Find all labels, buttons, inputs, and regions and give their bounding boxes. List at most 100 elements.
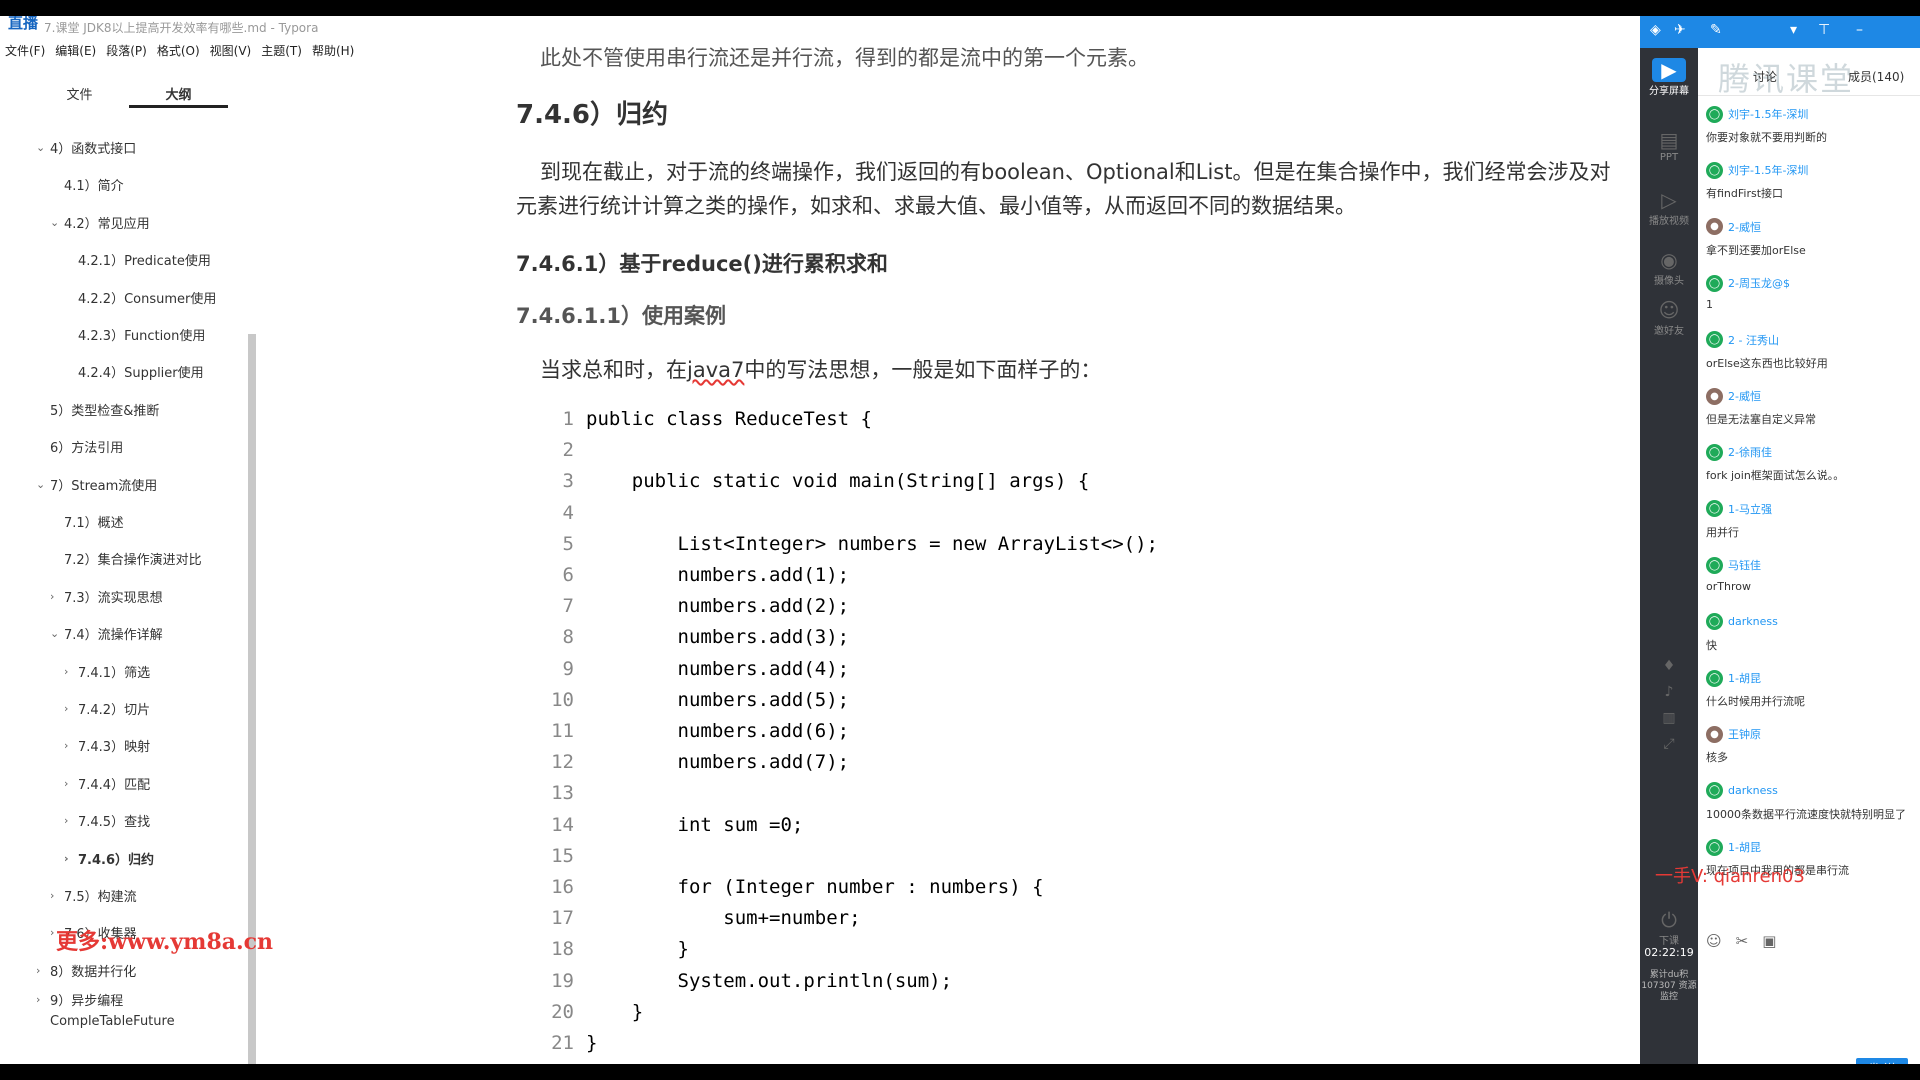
pin-icon[interactable]: ⊤ (1818, 22, 1830, 38)
chevron-right-icon[interactable]: › (50, 889, 64, 902)
chat-username[interactable]: darkness (1728, 615, 1778, 628)
avatar[interactable]: ◯ (1706, 669, 1723, 687)
chevron-right-icon[interactable]: › (64, 665, 78, 678)
outline-item[interactable]: 4.2.4）Supplier使用 (64, 362, 204, 381)
toolbar-icon-share[interactable]: ◈ (1650, 22, 1661, 38)
avatar[interactable]: ◯ (1706, 782, 1723, 800)
menu-paragraph[interactable]: 段落(P) (101, 40, 152, 62)
outline-item[interactable]: 4.2.2）Consumer使用 (64, 288, 216, 307)
chat-username[interactable]: 2-徐雨佳 (1728, 444, 1772, 460)
menu-file[interactable]: 文件(F) (0, 40, 50, 62)
outline-item[interactable]: 7.1）概述 (50, 512, 124, 531)
outline-item[interactable]: › 7.4.5）查找 (64, 811, 150, 830)
minimize-icon[interactable]: – (1856, 22, 1863, 38)
rail-item[interactable]: ⏻ 下课 (1642, 908, 1696, 947)
scissors-icon[interactable]: ✂ (1736, 932, 1749, 950)
chat-username[interactable]: 2-威恒 (1728, 219, 1761, 235)
avatar[interactable]: ◯ (1706, 161, 1723, 179)
outline-item[interactable]: › 7.5）构建流 (50, 886, 137, 905)
chat-username[interactable]: 刘宇-1.5年-深圳 (1728, 162, 1808, 178)
outline-item[interactable]: 5）类型检查&推断 (36, 400, 159, 419)
outline-item[interactable]: 6）方法引用 (36, 437, 123, 456)
chevron-right-icon[interactable]: › (36, 993, 50, 1006)
rail-item[interactable]: ☺ 邀好友 (1642, 298, 1696, 337)
avatar[interactable]: ◯ (1706, 105, 1723, 123)
tab-members[interactable]: 成员(140) (1848, 68, 1904, 85)
chevron-down-icon[interactable]: ▾ (1790, 22, 1797, 38)
avatar[interactable]: ● (1706, 218, 1723, 236)
outline-item[interactable]: › 9）异步编程 (36, 990, 123, 1009)
outline-item[interactable]: › 7.4.1）筛选 (64, 662, 150, 681)
outline-item[interactable]: › 8）数据并行化 (36, 961, 136, 980)
outline-item[interactable]: ⌄ 4）函数式接口 (36, 138, 136, 157)
chevron-down-icon[interactable]: ⌄ (50, 627, 64, 640)
avatar[interactable]: ◯ (1706, 556, 1723, 574)
image-icon[interactable]: ▣ (1762, 932, 1776, 950)
chat-panel: 腾讯课堂 讨论 成员(140) ◯ 刘宇-1.5年-深圳 你要对象就不要用判断的 ◯ 刘… (1698, 48, 1920, 1080)
chat-username[interactable]: 2-周玉龙@$ (1728, 275, 1790, 291)
chevron-right-icon[interactable]: › (64, 739, 78, 752)
chat-username[interactable]: darkness (1728, 784, 1778, 797)
menu-theme[interactable]: 主题(T) (256, 40, 307, 62)
avatar[interactable]: ● (1706, 387, 1723, 405)
chat-username[interactable]: 刘宇-1.5年-深圳 (1728, 106, 1808, 122)
rail-item[interactable]: ▤ PPT (1642, 128, 1696, 163)
chevron-right-icon[interactable]: › (64, 702, 78, 715)
outline-item[interactable]: › 7.4.4）匹配 (64, 774, 150, 793)
toolbar-icon-edit[interactable]: ✎ (1710, 22, 1722, 38)
chevron-right-icon[interactable]: › (36, 964, 50, 977)
menu-edit[interactable]: 编辑(E) (50, 40, 101, 62)
outline-item[interactable]: 7.2）集合操作演进对比 (50, 549, 202, 568)
avatar[interactable]: ◯ (1706, 500, 1723, 518)
avatar[interactable]: ◯ (1706, 331, 1723, 349)
editor-content[interactable]: 此处不管使用串行流还是并行流，得到的都是流中的第一个元素。 7.4.6）归约 到… (516, 16, 1636, 1064)
chevron-down-icon[interactable]: ⌄ (50, 216, 64, 229)
expand-icon[interactable]: ⤢ (1642, 736, 1696, 752)
chat-username[interactable]: 2 - 汪秀山 (1728, 332, 1779, 348)
outline-item[interactable]: › 7.4.3）映射 (64, 736, 150, 755)
avatar[interactable]: ◯ (1706, 274, 1723, 292)
chat-username[interactable]: 王钟原 (1728, 726, 1761, 742)
chevron-right-icon[interactable]: › (64, 852, 78, 865)
avatar[interactable]: ● (1706, 725, 1723, 743)
rail-item[interactable]: ▷ 播放视频 (1642, 188, 1696, 227)
signal-icon[interactable]: ▥ (1642, 710, 1696, 726)
outline-item[interactable]: › 7.4.2）切片 (64, 699, 150, 718)
outline-item[interactable]: ⌄ 7）Stream流使用 (36, 475, 157, 494)
code-block[interactable]: 1 public class ReduceTest {2 3 public stat… (538, 408, 1538, 1064)
menu-view[interactable]: 视图(V) (205, 40, 257, 62)
avatar[interactable]: ◯ (1706, 838, 1723, 856)
chat-username[interactable]: 1-胡昆 (1728, 670, 1761, 686)
rail-item[interactable]: ◉ 摄像头 (1642, 248, 1696, 287)
speaker-icon[interactable]: ♪ (1642, 684, 1696, 700)
tab-files[interactable]: 文件 (30, 78, 129, 108)
toolbar-icon-send[interactable]: ✈ (1674, 22, 1686, 38)
chat-text: 1 (1706, 298, 1713, 312)
chevron-right-icon[interactable]: › (64, 777, 78, 790)
outline-item[interactable]: ⌄ 7.4）流操作详解 (50, 624, 163, 643)
outline-item[interactable]: 4.2.1）Predicate使用 (64, 250, 211, 269)
chat-username[interactable]: 1-胡昆 (1728, 839, 1761, 855)
outline-item[interactable]: › 7.4.6）归约 (64, 849, 154, 868)
avatar[interactable]: ◯ (1706, 613, 1723, 631)
chevron-right-icon[interactable]: › (50, 590, 64, 603)
chevron-right-icon[interactable]: › (64, 814, 78, 827)
chat-username[interactable]: 2-威恒 (1728, 388, 1761, 404)
rail-item[interactable]: ▶ 分享屏幕 (1642, 58, 1696, 97)
chevron-down-icon[interactable]: ⌄ (36, 141, 50, 154)
menu-help[interactable]: 帮助(H) (307, 40, 359, 62)
tab-outline[interactable]: 大纲 (129, 78, 228, 108)
outline-item[interactable]: ⌄ 4.2）常见应用 (50, 213, 150, 232)
outline-item[interactable]: › 7.3）流实现思想 (50, 587, 163, 606)
mic-icon[interactable]: ♦ (1642, 658, 1696, 674)
menu-format[interactable]: 格式(O) (152, 40, 205, 62)
outline-item[interactable]: CompleTableFuture (36, 1014, 175, 1029)
outline-item[interactable]: 4.1）简介 (50, 175, 124, 194)
tab-discussion[interactable]: 讨论 (1753, 68, 1777, 85)
emoji-icon[interactable]: ☺ (1706, 932, 1722, 950)
avatar[interactable]: ◯ (1706, 443, 1723, 461)
chat-username[interactable]: 1-马立强 (1728, 501, 1772, 517)
chat-username[interactable]: 马钰佳 (1728, 557, 1761, 573)
chevron-down-icon[interactable]: ⌄ (36, 478, 50, 491)
outline-item[interactable]: 4.2.3）Function使用 (64, 325, 205, 344)
